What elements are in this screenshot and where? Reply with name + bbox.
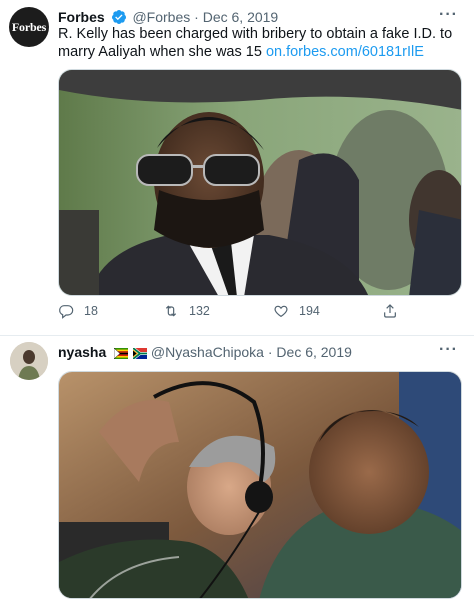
tweet-photo[interactable]	[58, 371, 462, 599]
tweet-forbes[interactable]: Forbes Forbes @Forbes · Dec 6, 2019 ··· …	[0, 0, 474, 336]
separator-dot: ·	[267, 344, 273, 360]
tweet-text: R. Kelly has been charged with bribery t…	[58, 25, 458, 61]
photo-illustration	[59, 70, 461, 295]
tweet-date[interactable]: Dec 6, 2019	[276, 344, 352, 360]
retweet-icon	[165, 305, 177, 317]
more-options-icon[interactable]: ···	[439, 6, 458, 24]
heart-icon	[274, 305, 288, 318]
separator-dot: ·	[194, 9, 199, 25]
display-name[interactable]: Forbes	[58, 9, 105, 25]
share-button[interactable]	[382, 303, 408, 319]
photo-illustration	[59, 372, 461, 598]
south-africa-flag-icon	[132, 345, 148, 363]
tweet-photo[interactable]	[58, 69, 462, 296]
nyasha-avatar[interactable]	[10, 342, 48, 380]
avatar-photo-icon	[10, 342, 48, 380]
tweet-actions: 18 132 194	[58, 303, 462, 323]
like-count: 194	[299, 304, 320, 318]
reply-count: 18	[84, 304, 98, 318]
tweet-link[interactable]: on.forbes.com/60181rIlE	[266, 44, 424, 60]
user-handle[interactable]: @Forbes	[132, 9, 190, 25]
avatar-logo-text: Forbes	[11, 19, 47, 34]
retweet-count: 132	[189, 304, 210, 318]
tweet-header: nyasha @NyashaChipoka · Dec 6, 2019	[58, 343, 352, 363]
display-name[interactable]: nyasha	[58, 344, 106, 360]
more-options-icon[interactable]: ···	[439, 341, 458, 359]
share-icon	[384, 304, 396, 318]
forbes-avatar[interactable]: Forbes	[9, 7, 49, 47]
like-button[interactable]: 194	[273, 303, 320, 319]
user-handle[interactable]: @NyashaChipoka	[151, 344, 264, 360]
zimbabwe-flag-icon	[113, 345, 129, 363]
retweet-button[interactable]: 132	[163, 303, 210, 319]
tweet-date[interactable]: Dec 6, 2019	[203, 9, 279, 25]
reply-button[interactable]: 18	[58, 303, 98, 319]
reply-icon	[59, 305, 74, 319]
